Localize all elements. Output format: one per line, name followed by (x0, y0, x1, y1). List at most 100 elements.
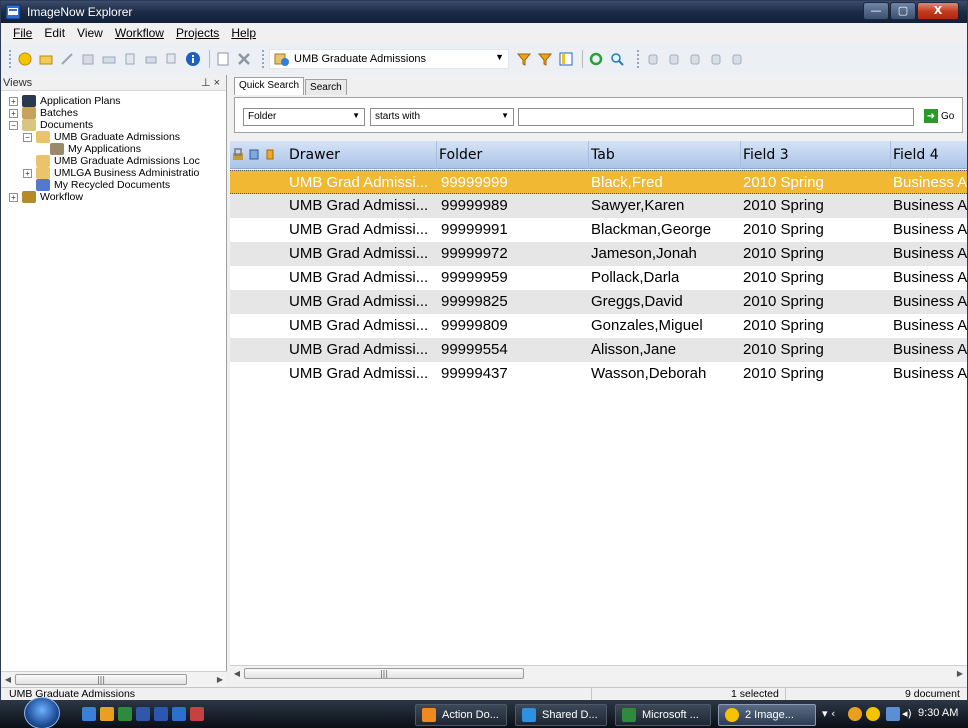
toolbar-grip[interactable] (637, 50, 640, 68)
expand-icon[interactable]: + (9, 192, 18, 202)
scroll-thumb[interactable]: ||| (15, 674, 187, 685)
field-select[interactable]: Folder ▼ (243, 108, 365, 126)
views-scrollbar[interactable]: ◀ ||| ▶ (1, 671, 227, 687)
new-icon[interactable] (16, 50, 34, 68)
print-icon[interactable] (142, 50, 160, 68)
table-row[interactable]: UMB Grad Admissi... 99999825 Greggs,David 2… (230, 290, 967, 314)
minimize-button[interactable]: — (863, 2, 889, 20)
workflow-column-icon[interactable] (264, 148, 276, 161)
tray-arrow-icon[interactable]: ▾ ‹ (822, 707, 835, 720)
table-row[interactable]: UMB Grad Admissi... 99999989 Sawyer,Karen 2… (230, 194, 967, 218)
start-button[interactable] (24, 697, 60, 728)
open-folder-icon[interactable] (37, 50, 55, 68)
scroll-thumb[interactable]: ||| (244, 668, 524, 679)
search-icon[interactable] (608, 50, 626, 68)
expand-icon[interactable]: + (9, 96, 18, 106)
scan-icon[interactable] (100, 50, 118, 68)
tree-item[interactable]: My Recycled Documents (1, 179, 226, 191)
tree-item[interactable]: − UMB Graduate Admissions (1, 131, 226, 143)
drawer-select[interactable]: UMB Graduate Admissions ▼ (269, 49, 509, 69)
menu-workflow[interactable]: Workflow (109, 26, 170, 40)
filter-edit-icon[interactable] (536, 50, 554, 68)
table-row[interactable]: UMB Grad Admissi... 99999999 Black,Fred 201… (230, 170, 967, 194)
column-header-folder[interactable]: Folder (436, 141, 588, 169)
edit-icon[interactable] (58, 50, 76, 68)
taskbar-button-imagenow[interactable]: 2 Image... (718, 704, 816, 726)
table-row[interactable]: UMB Grad Admissi... 99999972 Jameson,Jonah… (230, 242, 967, 266)
tree-item[interactable]: + Batches (1, 107, 226, 119)
table-row[interactable]: UMB Grad Admissi... 99999959 Pollack,Darla… (230, 266, 967, 290)
info-icon[interactable] (184, 50, 202, 68)
close-button[interactable]: X (917, 2, 959, 20)
tree-item[interactable]: + Application Plans (1, 95, 226, 107)
scroll-left-icon[interactable]: ◀ (1, 675, 15, 684)
column-header-drawer[interactable]: Drawer (286, 141, 436, 169)
menu-file[interactable]: File (7, 26, 38, 40)
system-clock[interactable]: 9:30 AM (918, 707, 958, 719)
hand-icon[interactable] (707, 50, 725, 68)
messenger-icon[interactable] (118, 707, 132, 721)
blank-page-icon[interactable] (214, 50, 232, 68)
word-icon[interactable] (154, 707, 168, 721)
taskbar-button-shared[interactable]: Shared D... (515, 704, 607, 726)
expand-icon[interactable]: + (9, 108, 18, 118)
column-header-field-3[interactable]: Field 3 (740, 141, 890, 169)
outlook-icon[interactable] (136, 707, 150, 721)
toolbar-grip[interactable] (9, 50, 12, 68)
browser-icon[interactable] (100, 707, 114, 721)
go-button[interactable]: ➜ Go (924, 109, 954, 123)
scroll-right-icon[interactable]: ▶ (953, 669, 967, 678)
menu-view[interactable]: View (71, 26, 109, 40)
annotation-column-icon[interactable] (248, 148, 260, 161)
app-icon[interactable] (190, 707, 204, 721)
tree-item[interactable]: − Documents (1, 119, 226, 131)
taskbar-button-action[interactable]: Action Do... (415, 704, 507, 726)
pin-close-controls[interactable]: ⊥ × (201, 76, 220, 89)
show-desktop-icon[interactable] (82, 707, 96, 721)
upload-icon[interactable] (121, 50, 139, 68)
tray-icon[interactable] (848, 707, 862, 721)
capture-icon[interactable] (79, 50, 97, 68)
hand-icon[interactable] (665, 50, 683, 68)
operator-select[interactable]: starts with ▼ (370, 108, 514, 126)
collapse-icon[interactable]: − (23, 132, 32, 142)
collapse-icon[interactable]: − (9, 120, 18, 130)
network-icon[interactable] (886, 707, 900, 721)
maximize-button[interactable]: ▢ (890, 2, 916, 20)
tree-item[interactable]: UMB Graduate Admissions Loc (1, 155, 226, 167)
volume-icon[interactable]: ◂) (902, 707, 912, 720)
hand-icon[interactable] (686, 50, 704, 68)
tree-item[interactable]: + UMLGA Business Administratio (1, 167, 226, 179)
expand-icon[interactable]: + (23, 168, 32, 178)
column-header-field-4[interactable]: Field 4 (890, 141, 967, 169)
column-header-tab[interactable]: Tab (588, 141, 740, 169)
columns-icon[interactable] (557, 50, 575, 68)
table-row[interactable]: UMB Grad Admissi... 99999554 Alisson,Jane 2… (230, 338, 967, 362)
tab-search[interactable]: Search (305, 79, 347, 95)
menu-projects[interactable]: Projects (170, 26, 225, 40)
search-value-input[interactable] (518, 108, 914, 126)
taskbar-button-microsoft[interactable]: Microsoft ... (615, 704, 711, 726)
tree-item[interactable]: + Workflow (1, 191, 226, 203)
filter-icon[interactable] (515, 50, 533, 68)
toolbar-grip[interactable] (262, 50, 265, 68)
scroll-left-icon[interactable]: ◀ (230, 669, 244, 678)
hand-icon[interactable] (728, 50, 746, 68)
table-row[interactable]: UMB Grad Admissi... 99999437 Wasson,Debora… (230, 362, 967, 386)
delete-icon[interactable] (235, 50, 253, 68)
title-bar[interactable]: ImageNow Explorer — ▢ X (1, 1, 967, 23)
menu-edit[interactable]: Edit (38, 26, 71, 40)
hand-icon[interactable] (644, 50, 662, 68)
tab-quick-search[interactable]: Quick Search (234, 77, 305, 95)
copy-icon[interactable] (163, 50, 181, 68)
tray-icon[interactable] (866, 707, 880, 721)
lock-column-icon[interactable] (232, 148, 244, 161)
scroll-right-icon[interactable]: ▶ (213, 675, 227, 684)
grid-scrollbar[interactable]: ◀ ||| ▶ (230, 665, 967, 681)
table-row[interactable]: UMB Grad Admissi... 99999809 Gonzales,Migu… (230, 314, 967, 338)
table-row[interactable]: UMB Grad Admissi... 99999991 Blackman,Geor… (230, 218, 967, 242)
menu-help[interactable]: Help (225, 26, 262, 40)
refresh-icon[interactable] (587, 50, 605, 68)
tree-item[interactable]: My Applications (1, 143, 226, 155)
imagenow-icon[interactable] (172, 707, 186, 721)
